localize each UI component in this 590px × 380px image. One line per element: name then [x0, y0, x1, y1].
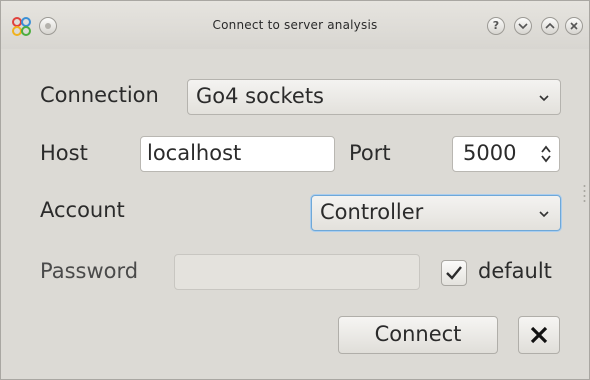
title-bar[interactable]: Connect to server analysis ?: [1, 1, 589, 49]
minimize-icon: [518, 23, 528, 30]
connect-dialog: Connect to server analysis ? Connection …: [0, 0, 590, 380]
port-spinbox[interactable]: 5000: [452, 136, 560, 172]
account-value: Controller: [320, 200, 424, 224]
connection-combobox[interactable]: Go4 sockets: [187, 79, 561, 115]
chevron-down-icon: [539, 95, 549, 102]
port-value: 5000: [463, 141, 517, 165]
account-combobox[interactable]: Controller: [311, 195, 561, 231]
host-input[interactable]: localhost: [140, 136, 335, 172]
checkmark-icon: [446, 266, 462, 280]
minimize-button[interactable]: [514, 17, 532, 35]
spin-arrows-icon[interactable]: [539, 144, 553, 164]
password-label: Password: [40, 259, 139, 283]
host-label: Host: [40, 141, 88, 165]
chevron-down-icon: [539, 211, 549, 218]
password-input[interactable]: [174, 254, 420, 290]
default-checkbox-label[interactable]: default: [478, 259, 552, 283]
maximize-icon: [545, 22, 555, 29]
default-checkbox[interactable]: [441, 260, 467, 286]
close-icon: [530, 326, 548, 344]
maximize-button[interactable]: [541, 17, 559, 35]
account-label: Account: [40, 198, 125, 222]
close-window-button[interactable]: [565, 17, 583, 35]
cancel-button[interactable]: [518, 316, 560, 354]
connect-button[interactable]: Connect: [338, 316, 498, 354]
connection-label: Connection: [40, 83, 159, 107]
connection-value: Go4 sockets: [196, 84, 324, 108]
close-icon: [570, 22, 578, 30]
resize-grip-icon[interactable]: [583, 184, 586, 202]
help-button[interactable]: ?: [487, 17, 505, 35]
help-icon: ?: [492, 19, 500, 32]
port-label: Port: [349, 141, 391, 165]
